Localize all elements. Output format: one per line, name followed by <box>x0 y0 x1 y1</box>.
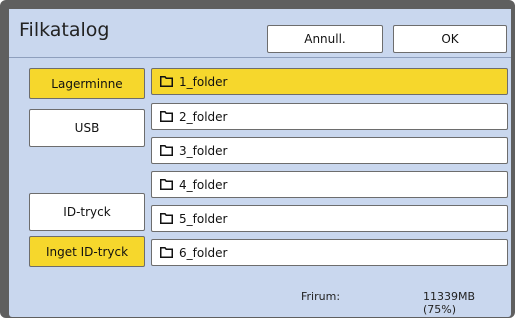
folder-name: 6_folder <box>179 245 228 260</box>
id-print-button[interactable]: ID-tryck <box>29 193 145 231</box>
folder-icon <box>160 213 173 224</box>
header-divider <box>9 57 511 58</box>
folder-name: 3_folder <box>179 143 228 158</box>
free-space-label: Frirum: <box>301 290 341 303</box>
folder-item-6[interactable]: 6_folder <box>151 239 508 266</box>
cancel-button[interactable]: Annull. <box>267 25 383 53</box>
dialog-header: Filkatalog Annull. OK <box>9 9 511 56</box>
folder-name: 5_folder <box>179 211 228 226</box>
folder-name: 4_folder <box>179 177 228 192</box>
dialog-title: Filkatalog <box>19 19 110 41</box>
folder-icon <box>160 179 173 190</box>
usb-button[interactable]: USB <box>29 109 145 147</box>
folder-icon <box>160 76 173 87</box>
folder-icon <box>160 111 173 122</box>
folder-item-5[interactable]: 5_folder <box>151 205 508 232</box>
folder-item-3[interactable]: 3_folder <box>151 137 508 164</box>
no-id-print-button[interactable]: Inget ID-tryck <box>29 236 145 267</box>
folder-item-1[interactable]: 1_folder <box>151 68 508 95</box>
ok-button[interactable]: OK <box>393 25 507 53</box>
internal-storage-button[interactable]: Lagerminne <box>29 68 145 99</box>
free-space-value: 11339MB (75%) <box>423 290 476 316</box>
folder-name: 2_folder <box>179 109 228 124</box>
folder-item-4[interactable]: 4_folder <box>151 171 508 198</box>
folder-icon <box>160 247 173 258</box>
folder-name: 1_folder <box>179 74 228 89</box>
file-directory-dialog: Filkatalog Annull. OK Lagerminne USB ID-… <box>9 9 511 317</box>
folder-icon <box>160 145 173 156</box>
folder-item-2[interactable]: 2_folder <box>151 103 508 130</box>
